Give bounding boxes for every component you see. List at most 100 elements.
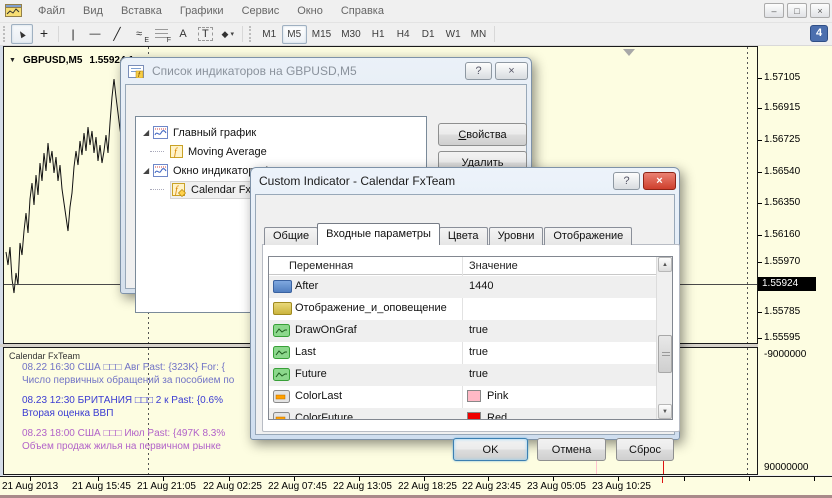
trendline-tool-icon[interactable]: ╱ — [106, 24, 128, 44]
menu-window[interactable]: Окно — [288, 2, 332, 20]
menu-view[interactable]: Вид — [74, 2, 112, 20]
custom-indicator-dialog: Custom Indicator - Calendar FxTeam ? × О… — [250, 167, 680, 440]
close-icon[interactable]: × — [810, 3, 830, 18]
time-label: 22 Aug 13:05 — [333, 481, 392, 492]
param-row-future[interactable]: Future true — [269, 364, 657, 386]
toolbar-grip[interactable] — [3, 26, 7, 42]
price-tick: 1.55595 — [764, 332, 800, 343]
timeframe-h4[interactable]: H4 — [391, 25, 416, 44]
color-input-icon — [273, 390, 291, 407]
properties-button[interactable]: Свойства — [438, 123, 527, 146]
scroll-down-icon[interactable]: ▼ — [658, 404, 672, 419]
time-label: 23 Aug 05:05 — [527, 481, 586, 492]
chart-symbol-label: ▼ GBPUSD,M5 1.55924 1 — [9, 55, 134, 66]
vertical-line-tool-icon[interactable]: | — [62, 24, 84, 44]
scrollbar-thumb[interactable] — [658, 335, 672, 373]
time-label: 23 Aug 10:25 — [592, 481, 651, 492]
expander-icon[interactable]: ◢ — [143, 166, 153, 175]
window-controls: – □ × — [764, 3, 830, 18]
time-label: 21 Aug 15:45 — [72, 481, 131, 492]
time-axis[interactable]: 21 Aug 2013 21 Aug 15:45 21 Aug 21:05 22… — [0, 476, 832, 495]
param-row-display-alert[interactable]: Отображение_и_оповещение — [269, 298, 657, 320]
dialog-titlebar[interactable]: f Список индикаторов на GBPUSD,M5 ? × — [121, 58, 531, 84]
timeframe-mn[interactable]: MN — [466, 25, 492, 44]
indicator-scale-bottom: 90000000 — [764, 462, 809, 473]
price-tick: 1.57105 — [764, 72, 800, 83]
param-row-colorlast[interactable]: ColorLast Pink — [269, 386, 657, 408]
indicator-name-label: Calendar FxTeam — [9, 351, 80, 361]
reset-button[interactable]: Сброс — [616, 438, 674, 461]
help-icon[interactable]: ? — [613, 172, 640, 190]
menu-help[interactable]: Справка — [332, 2, 393, 20]
param-row-after[interactable]: After 1440 — [269, 276, 657, 298]
timeframe-d1[interactable]: D1 — [416, 25, 441, 44]
toolbar-grip[interactable] — [249, 26, 253, 42]
dialog-titlebar[interactable]: Custom Indicator - Calendar FxTeam ? × — [251, 168, 679, 194]
app-chart-icon — [5, 4, 23, 18]
timeframe-m15[interactable]: M15 — [307, 25, 336, 44]
time-tick-mark — [684, 477, 685, 481]
close-icon[interactable]: × — [495, 62, 528, 80]
price-tick: 1.56725 — [764, 134, 800, 145]
menu-insert[interactable]: Вставка — [112, 2, 171, 20]
time-label: 21 Aug 21:05 — [137, 481, 196, 492]
expander-icon[interactable]: ◢ — [143, 128, 153, 137]
param-row-colorfuture[interactable]: ColorFuture Red — [269, 408, 657, 420]
timeframe-m1[interactable]: M1 — [257, 25, 282, 44]
ok-button[interactable]: OK — [453, 438, 528, 461]
price-scale[interactable]: 1.57105 1.56915 1.56725 1.56540 1.56350 … — [758, 46, 832, 475]
day-separator — [747, 348, 748, 474]
tab-colors[interactable]: Цвета — [439, 227, 488, 245]
param-row-last[interactable]: Last true — [269, 342, 657, 364]
cancel-button[interactable]: Отмена — [537, 438, 606, 461]
timeframe-m5[interactable]: M5 — [282, 25, 307, 44]
scroll-up-icon[interactable]: ▲ — [658, 257, 672, 272]
calendar-event: 08.23 18:00 США □□□ Июл Past: {497K 8.3%… — [22, 427, 225, 453]
time-label: 22 Aug 07:45 — [268, 481, 327, 492]
horizontal-line-tool-icon[interactable]: — — [84, 24, 106, 44]
dialog-title: Custom Indicator - Calendar FxTeam — [251, 174, 613, 188]
arrows-tool-icon[interactable]: ◆▾ — [217, 24, 239, 44]
notification-badge[interactable]: 4 — [810, 25, 828, 42]
tab-inputs[interactable]: Входные параметры — [317, 223, 440, 245]
price-tick: 1.56160 — [764, 229, 800, 240]
dialog-title: Список индикаторов на GBPUSD,M5 — [144, 64, 465, 78]
param-row-drawongraf[interactable]: DrawOnGraf true — [269, 320, 657, 342]
menu-file[interactable]: Файл — [29, 2, 74, 20]
tab-common[interactable]: Общие — [264, 227, 318, 245]
symbol-dropdown-icon[interactable]: ▼ — [9, 57, 16, 64]
menu-tools[interactable]: Сервис — [233, 2, 289, 20]
tree-item-moving-average[interactable]: f Moving Average — [136, 142, 426, 161]
close-icon[interactable]: × — [643, 172, 676, 190]
time-tick-mark — [814, 477, 815, 481]
cursor-tool-icon[interactable]: ▲ — [11, 24, 33, 44]
restore-icon[interactable]: □ — [787, 3, 807, 18]
indicators-list-icon: f — [128, 65, 144, 78]
menu-charts[interactable]: Графики — [171, 2, 233, 20]
price-tick: 1.55970 — [764, 256, 800, 267]
tab-levels[interactable]: Уровни — [489, 227, 544, 245]
fibonacci-tool-icon[interactable]: F — [150, 24, 172, 44]
toolbar-separator — [242, 26, 243, 42]
dialog-body: Общие Входные параметры Цвета Уровни Ото… — [255, 194, 675, 435]
help-icon[interactable]: ? — [465, 62, 492, 80]
text-label-tool-icon[interactable]: T — [194, 24, 217, 44]
indicator-scale-top: -9000000 — [764, 349, 806, 360]
future-event-tick — [662, 477, 663, 483]
timeframe-h1[interactable]: H1 — [366, 25, 391, 44]
timeframe-w1[interactable]: W1 — [441, 25, 466, 44]
time-label: 21 Aug 2013 — [2, 481, 58, 492]
timeframe-m30[interactable]: M30 — [336, 25, 365, 44]
crosshair-tool-icon[interactable]: + — [33, 24, 55, 44]
tree-item-main-chart[interactable]: ◢ Главный график — [136, 123, 426, 142]
graph-input-icon — [273, 324, 291, 341]
chart-shift-marker-icon[interactable] — [623, 49, 635, 62]
tab-visualization[interactable]: Отображение — [544, 227, 632, 245]
text-tool-icon[interactable]: A — [172, 24, 194, 44]
bid-price-label: 1.55924 — [758, 277, 816, 291]
vertical-scrollbar: ▲ ▼ — [656, 257, 672, 419]
text-input-icon — [273, 302, 292, 315]
minimize-icon[interactable]: – — [764, 3, 784, 18]
equidistant-channel-tool-icon[interactable]: ≈E — [128, 24, 150, 44]
table-header: Переменная Значение — [269, 257, 657, 275]
